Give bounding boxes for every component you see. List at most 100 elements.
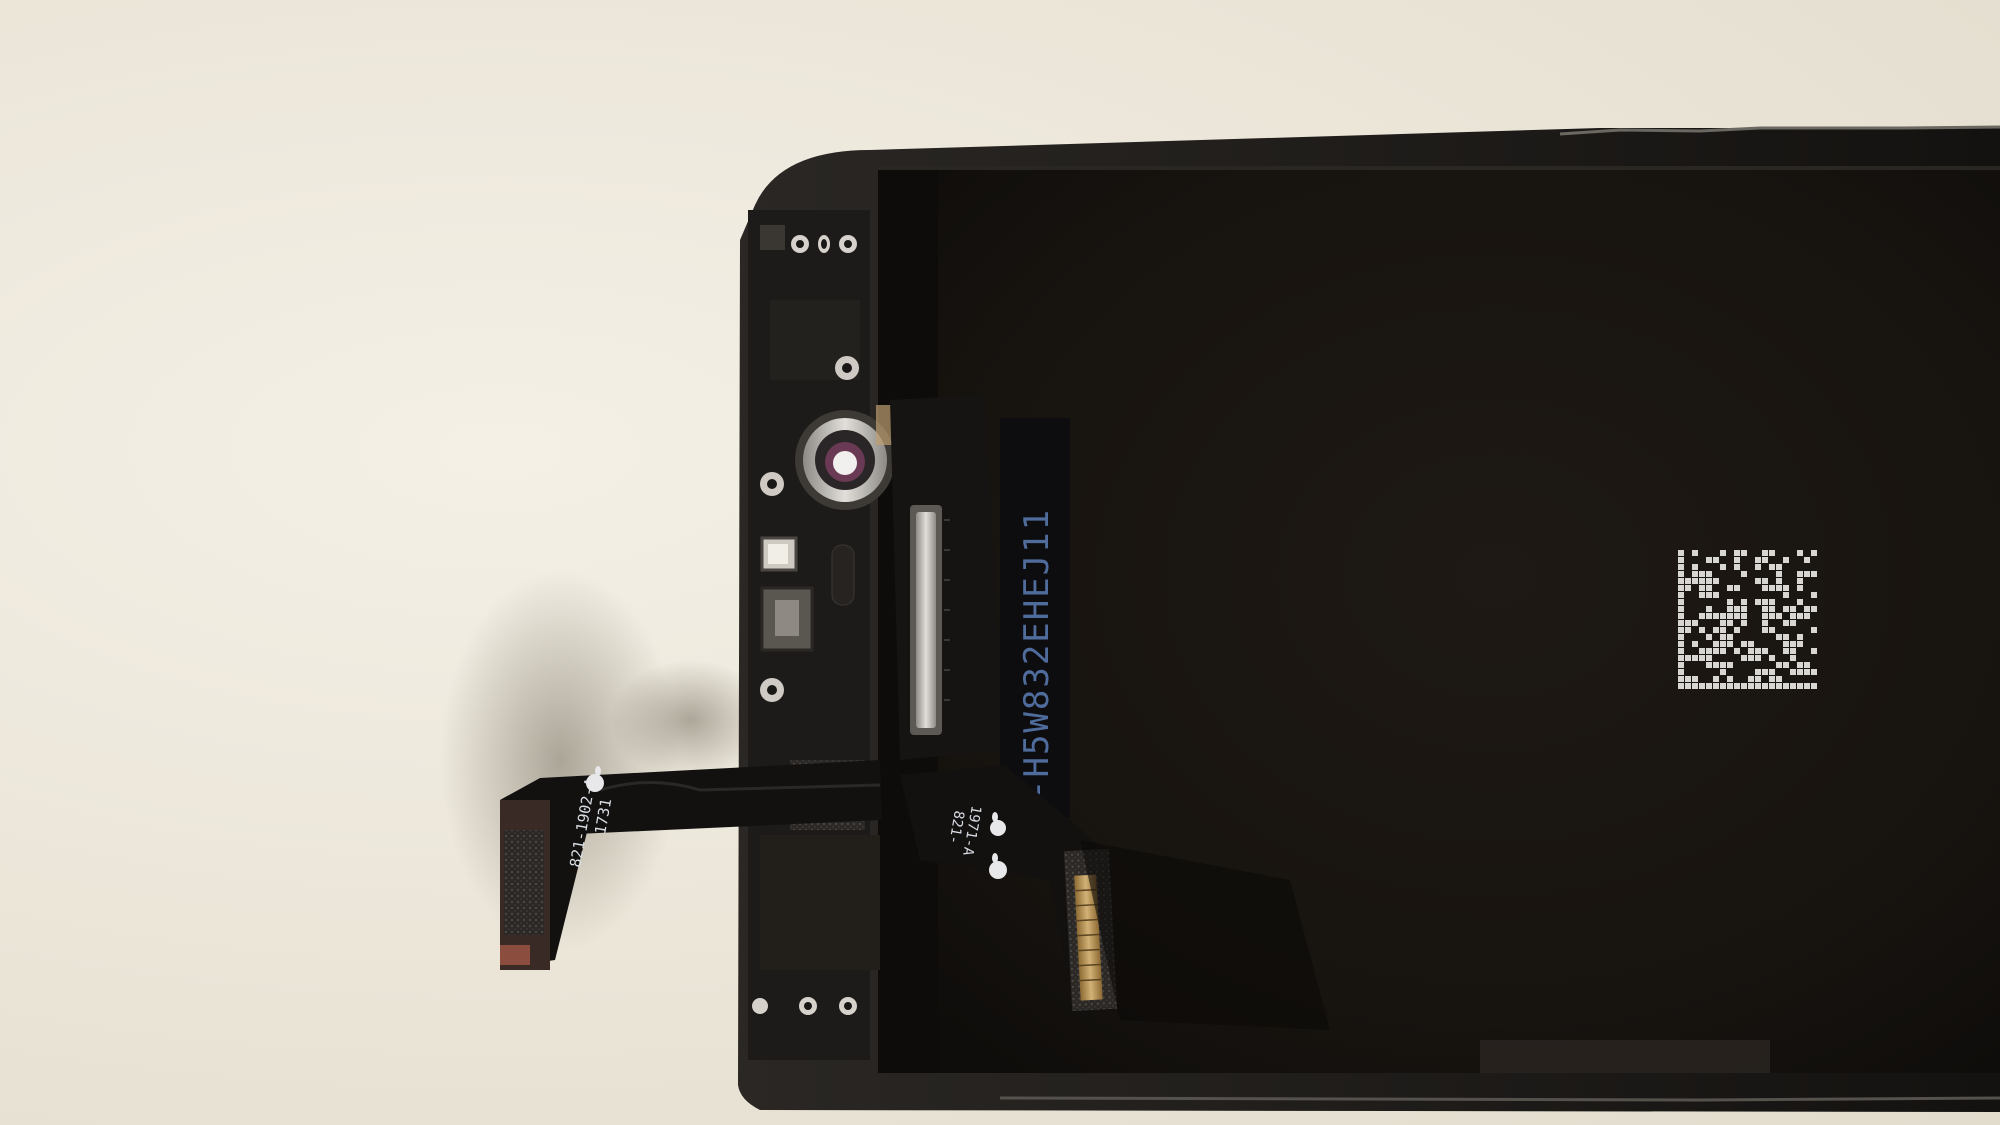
datamatrix-cell <box>1783 662 1789 668</box>
datamatrix-cell <box>1727 641 1733 647</box>
datamatrix-cell <box>1706 557 1712 563</box>
datamatrix-cell <box>1734 585 1740 591</box>
datamatrix-cell <box>1727 599 1733 605</box>
datamatrix-cell <box>1790 669 1796 675</box>
datamatrix-cell <box>1804 683 1810 689</box>
datamatrix-cell <box>1797 599 1803 605</box>
datamatrix-cell <box>1720 648 1726 654</box>
datamatrix-cell <box>1797 662 1803 668</box>
datamatrix-cell <box>1678 641 1684 647</box>
datamatrix-cell <box>1741 641 1747 647</box>
datamatrix-cell <box>1720 641 1726 647</box>
datamatrix-cell <box>1811 606 1817 612</box>
datamatrix-cell <box>1727 613 1733 619</box>
datamatrix-cell <box>1755 676 1761 682</box>
datamatrix-cell <box>1706 655 1712 661</box>
datamatrix-cell <box>1741 599 1747 605</box>
datamatrix-cell <box>1685 620 1691 626</box>
datamatrix-cell <box>1706 606 1712 612</box>
datamatrix-cell <box>1804 613 1810 619</box>
datamatrix-cell <box>1720 634 1726 640</box>
datamatrix-cell <box>1811 669 1817 675</box>
datamatrix-cell <box>1734 557 1740 563</box>
datamatrix-cell <box>1748 655 1754 661</box>
datamatrix-cell <box>1727 676 1733 682</box>
datamatrix-cell <box>1713 662 1719 668</box>
datamatrix-cell <box>1769 669 1775 675</box>
datamatrix-cell <box>1678 655 1684 661</box>
datamatrix-cell <box>1776 585 1782 591</box>
datamatrix-cell <box>1797 578 1803 584</box>
datamatrix-cell <box>1790 648 1796 654</box>
datamatrix-cell <box>1678 564 1684 570</box>
datamatrix-cell <box>1797 571 1803 577</box>
datamatrix-cell <box>1755 648 1761 654</box>
datamatrix-cell <box>1692 550 1698 556</box>
datamatrix-cell <box>1734 606 1740 612</box>
datamatrix-cell <box>1713 627 1719 633</box>
datamatrix-cell <box>1678 550 1684 556</box>
datamatrix-cell <box>1741 620 1747 626</box>
datamatrix-cell <box>1734 648 1740 654</box>
datamatrix-cell <box>1783 585 1789 591</box>
datamatrix-cell <box>1811 627 1817 633</box>
datamatrix-cell <box>1762 599 1768 605</box>
datamatrix-cell <box>1678 557 1684 563</box>
datamatrix-cell <box>1720 662 1726 668</box>
datamatrix-cell <box>1804 662 1810 668</box>
datamatrix-cell <box>1769 676 1775 682</box>
datamatrix-cell <box>1790 606 1796 612</box>
datamatrix-cell <box>1741 550 1747 556</box>
datamatrix-cell <box>1762 648 1768 654</box>
datamatrix-cell <box>1699 592 1705 598</box>
datamatrix-cell <box>1713 613 1719 619</box>
datamatrix-cell <box>1678 585 1684 591</box>
datamatrix-cell <box>1692 676 1698 682</box>
datamatrix-cell <box>1769 606 1775 612</box>
datamatrix-cell <box>1692 578 1698 584</box>
datamatrix-cell <box>1762 585 1768 591</box>
datamatrix-cell <box>1720 564 1726 570</box>
datamatrix-cell <box>1685 578 1691 584</box>
datamatrix-cell <box>1685 627 1691 633</box>
datamatrix-cell <box>1734 683 1740 689</box>
datamatrix-cell <box>1692 655 1698 661</box>
datamatrix-cell <box>1734 627 1740 633</box>
datamatrix-cell <box>1713 648 1719 654</box>
datamatrix-cell <box>1734 613 1740 619</box>
datamatrix-cell <box>1734 564 1740 570</box>
datamatrix-cell <box>1727 606 1733 612</box>
datamatrix-cell <box>1678 620 1684 626</box>
datamatrix-cell <box>1692 620 1698 626</box>
datamatrix-cell <box>1755 655 1761 661</box>
datamatrix-cell <box>1713 683 1719 689</box>
datamatrix-cell <box>1762 683 1768 689</box>
datamatrix-cell <box>1783 641 1789 647</box>
datamatrix-cell <box>1797 669 1803 675</box>
datamatrix-cell <box>1699 585 1705 591</box>
datamatrix-cell <box>1678 627 1684 633</box>
datamatrix-cell <box>1713 578 1719 584</box>
datamatrix-cell <box>1727 585 1733 591</box>
datamatrix-cell <box>1783 592 1789 598</box>
datamatrix-cell <box>1776 564 1782 570</box>
datamatrix-cell <box>1783 620 1789 626</box>
datamatrix-cell <box>1762 669 1768 675</box>
datamatrix-cell <box>1727 634 1733 640</box>
datamatrix-cell <box>1720 550 1726 556</box>
serial-number: -H5W832EHEJ11 <box>1017 508 1057 800</box>
datamatrix-cell <box>1741 606 1747 612</box>
datamatrix-cell <box>1755 564 1761 570</box>
datamatrix-cell <box>1762 613 1768 619</box>
datamatrix-cell <box>1769 564 1775 570</box>
datamatrix-cell <box>1685 676 1691 682</box>
datamatrix-cell <box>1762 578 1768 584</box>
datamatrix-cell <box>1678 571 1684 577</box>
datamatrix-cell <box>1769 550 1775 556</box>
datamatrix-cell <box>1776 662 1782 668</box>
datamatrix-cell <box>1755 669 1761 675</box>
frame-edge-bottom <box>999 1096 2000 1102</box>
datamatrix-cell <box>1713 592 1719 598</box>
datamatrix-cell <box>1755 599 1761 605</box>
datamatrix-cell <box>1741 571 1747 577</box>
